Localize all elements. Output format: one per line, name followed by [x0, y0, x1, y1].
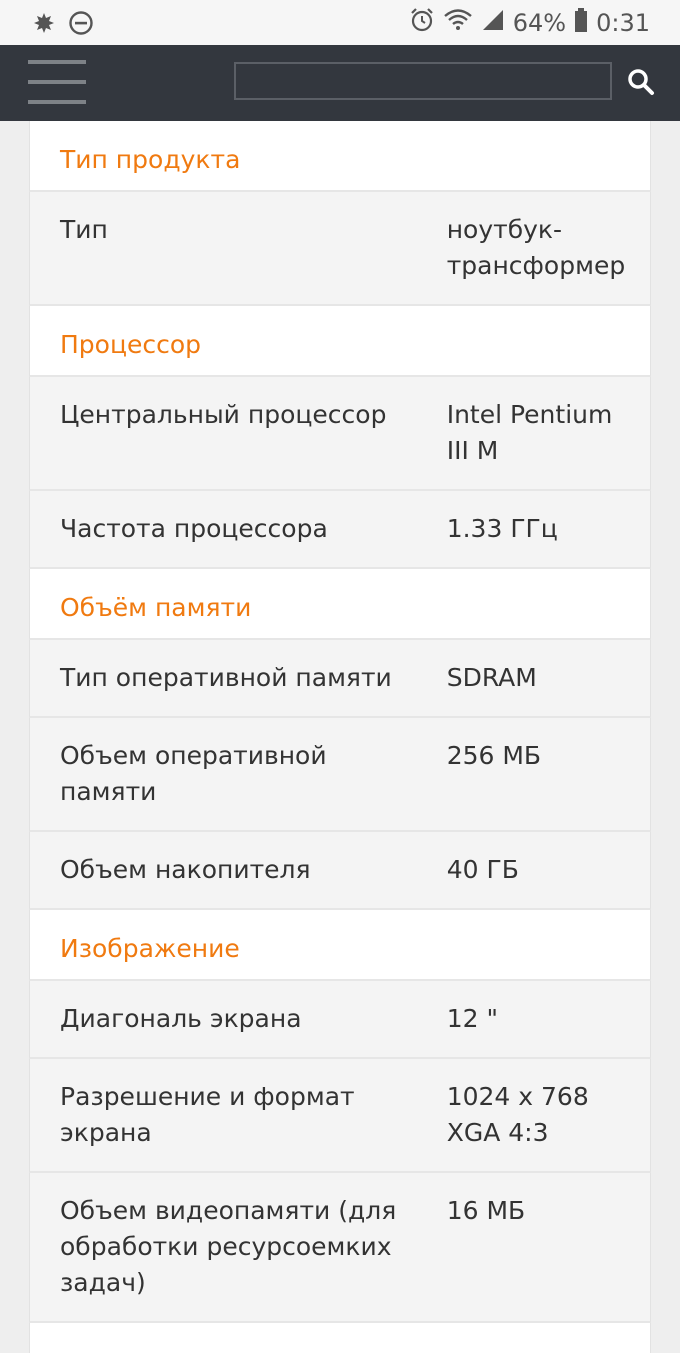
spec-value: 40 ГБ	[446, 855, 519, 884]
spec-name: Центральный процессор	[60, 400, 387, 429]
section-title-product-type: Тип продукта	[29, 121, 651, 192]
spec-value: SDRAM	[446, 663, 537, 692]
spec-name: Тип	[60, 215, 108, 244]
search-input[interactable]	[234, 62, 612, 100]
spec-value: ноутбук-трансформер	[446, 215, 626, 280]
spec-name: Частота процессора	[60, 514, 328, 543]
section-title-memory: Объём памяти	[29, 569, 651, 640]
spec-row: Разрешение и формат экрана 1024 x 768 XG…	[29, 1059, 651, 1173]
hamburger-menu-icon[interactable]	[28, 58, 86, 106]
spec-row: Объем видеопамяти (для обработки ресурсо…	[29, 1173, 651, 1323]
spec-row: Тип оперативной памяти SDRAM	[29, 640, 651, 718]
section-title-processor: Процессор	[29, 306, 651, 377]
spec-value: 1024 x 768 XGA 4:3	[446, 1082, 589, 1147]
leaf-icon	[32, 11, 56, 41]
spec-row: Частота процессора 1.33 ГГц	[29, 491, 651, 569]
spec-row: Тип ноутбук-трансформер	[29, 192, 651, 306]
spec-value: 256 МБ	[446, 741, 542, 770]
battery-icon	[574, 7, 588, 39]
spec-name: Объем накопителя	[60, 855, 311, 884]
wifi-icon	[443, 7, 473, 39]
next-section-partial	[29, 1323, 651, 1353]
search-icon[interactable]	[626, 67, 656, 97]
spec-row: Объем оперативной памяти 256 МБ	[29, 718, 651, 832]
spec-row: Диагональ экрана 12 "	[29, 981, 651, 1059]
alarm-icon	[409, 7, 435, 39]
battery-percent: 64%	[512, 9, 567, 37]
spec-value: 16 МБ	[446, 1196, 526, 1225]
spec-value: Intel Pentium III M	[446, 400, 613, 465]
specs-table: Тип продукта Тип ноутбук-трансформер Про…	[29, 121, 651, 1353]
spec-name: Объем видеопамяти (для обработки ресурсо…	[60, 1196, 397, 1297]
do-not-disturb-icon	[68, 10, 94, 42]
signal-icon	[481, 8, 505, 38]
spec-name: Диагональ экрана	[60, 1004, 302, 1033]
spec-value: 12 "	[446, 1004, 498, 1033]
spec-name: Разрешение и формат экрана	[60, 1082, 355, 1147]
spec-row: Объем накопителя 40 ГБ	[29, 832, 651, 910]
section-title-display: Изображение	[29, 910, 651, 981]
spec-name: Объем оперативной памяти	[60, 741, 327, 806]
clock: 0:31	[596, 9, 650, 37]
spec-row: Центральный процессор Intel Pentium III …	[29, 377, 651, 491]
spec-value: 1.33 ГГц	[446, 514, 558, 543]
status-bar: 64% 0:31	[0, 0, 680, 45]
site-header	[0, 45, 680, 121]
spec-name: Тип оперативной памяти	[60, 663, 392, 692]
